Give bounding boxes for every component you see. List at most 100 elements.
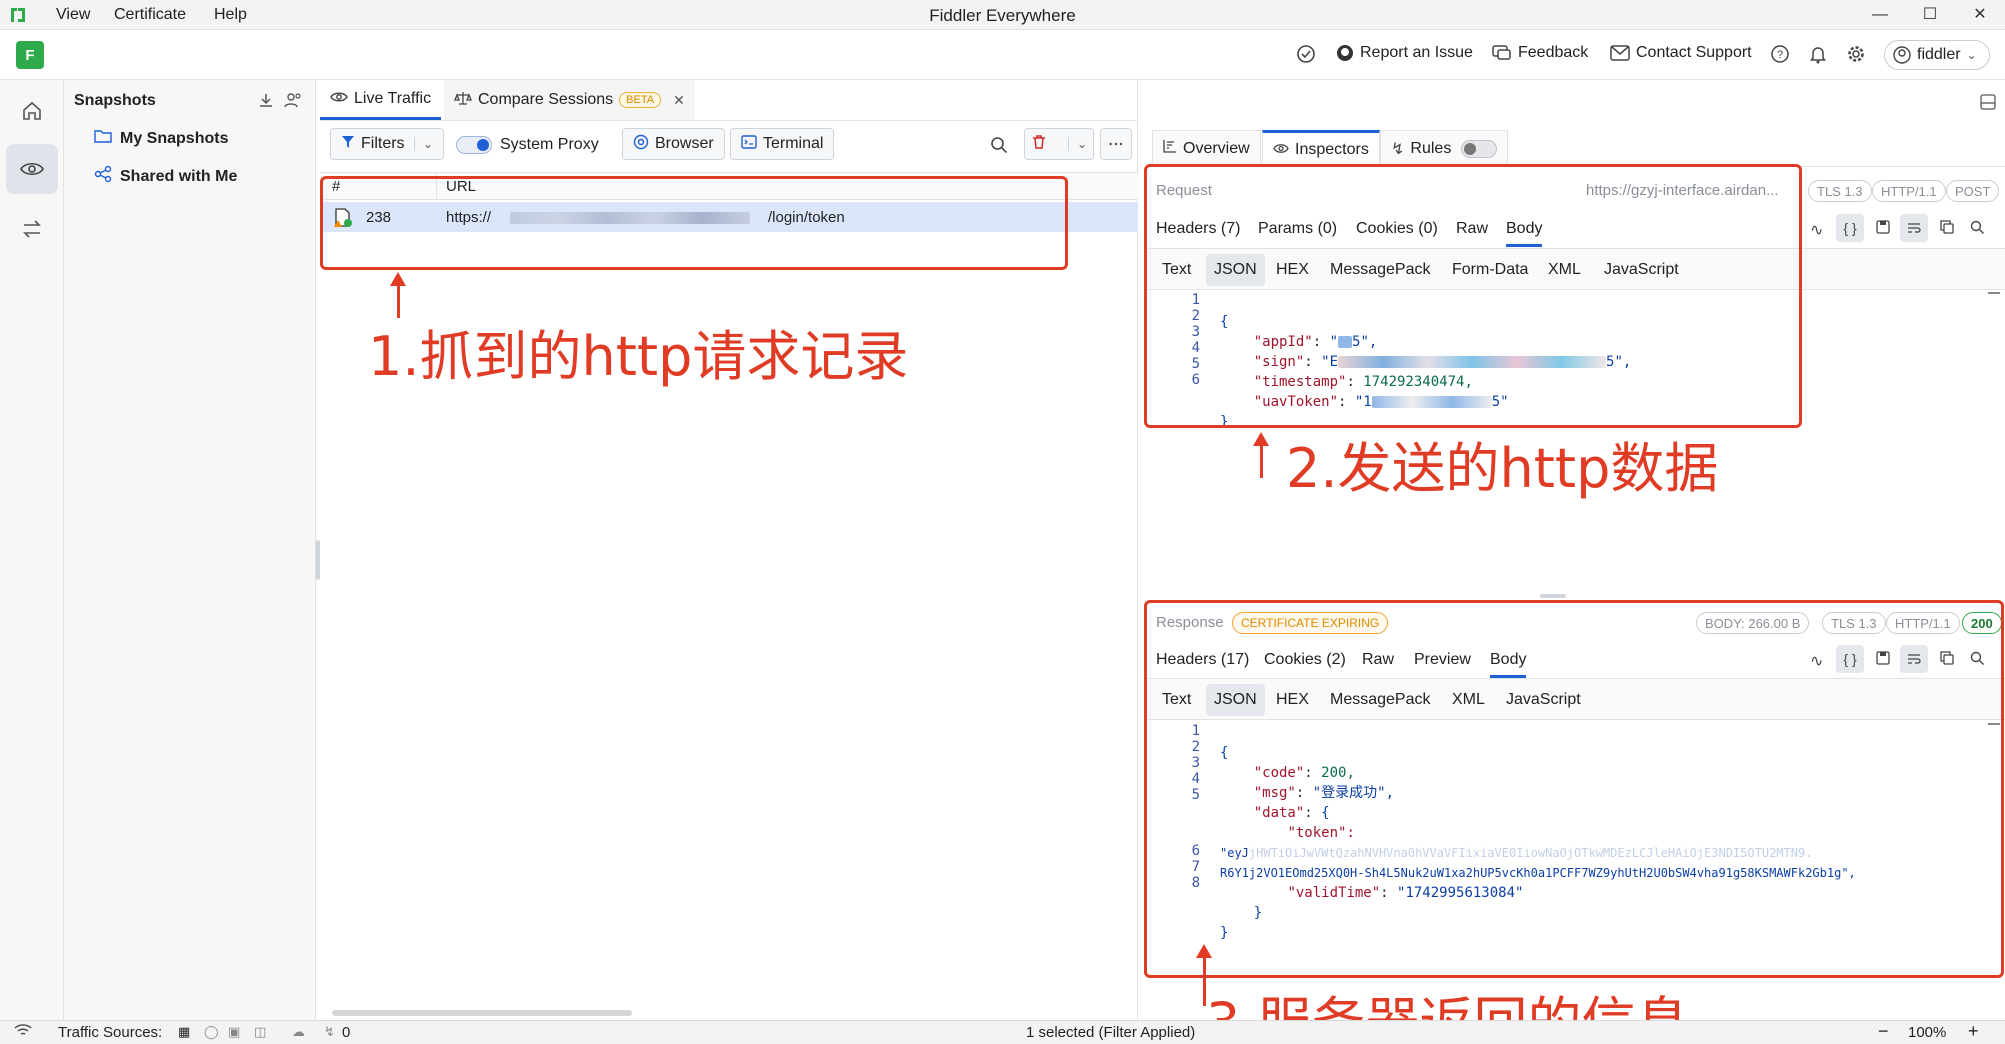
terminal-icon bbox=[741, 134, 757, 154]
user-menu[interactable]: fiddler ⌄ bbox=[1884, 40, 1990, 70]
status-bar: Traffic Sources: ▦ ◯ ▣ ◫ ☁ ↯ 0 1 selecte… bbox=[0, 1020, 2005, 1044]
snapshot-item-shared[interactable]: Shared with Me bbox=[94, 165, 238, 187]
home-icon[interactable] bbox=[6, 86, 58, 136]
wifi-icon[interactable] bbox=[14, 1024, 32, 1042]
terminal-button[interactable]: Terminal bbox=[730, 128, 835, 160]
annotation-box-request-record bbox=[320, 176, 1068, 270]
annotation-text-2: 2.发送的http数据 bbox=[1286, 437, 1719, 500]
minimize-icon[interactable]: — bbox=[1858, 2, 1902, 28]
snapshot-item-my[interactable]: My Snapshots bbox=[94, 129, 228, 148]
tab-label: Inspectors bbox=[1295, 140, 1369, 158]
feedback-label: Feedback bbox=[1518, 44, 1589, 61]
mail-icon bbox=[1610, 45, 1630, 61]
terminal-source-icon[interactable]: ▣ bbox=[228, 1024, 240, 1040]
close-window-icon[interactable]: ✕ bbox=[1958, 2, 2002, 28]
rules-count: 0 bbox=[342, 1024, 351, 1041]
chevron-down-icon[interactable]: ⌄ bbox=[1067, 137, 1087, 151]
fiddler-brand-icon: F bbox=[16, 41, 44, 69]
network-source-icon[interactable]: ▦ bbox=[178, 1024, 190, 1040]
avatar-icon bbox=[1893, 46, 1911, 64]
filters-button[interactable]: Filters ⌄ bbox=[330, 128, 444, 160]
device-source-icon[interactable]: ◫ bbox=[254, 1024, 266, 1040]
search-icon[interactable] bbox=[990, 136, 1008, 159]
tab-label: Compare Sessions bbox=[478, 91, 614, 108]
feedback-icon bbox=[1492, 44, 1512, 62]
tab-inspectors[interactable]: Inspectors bbox=[1262, 130, 1380, 166]
system-proxy-toggle[interactable]: System Proxy bbox=[456, 136, 599, 154]
filter-icon bbox=[341, 135, 355, 154]
window-title: Fiddler Everywhere bbox=[929, 6, 1076, 25]
request-scrollbar[interactable] bbox=[1988, 292, 2000, 294]
snapshots-title: Snapshots bbox=[74, 92, 156, 109]
search-icon[interactable] bbox=[1970, 220, 1985, 240]
snapshot-item-label: My Snapshots bbox=[120, 129, 229, 147]
http-version-badge: HTTP/1.1 bbox=[1872, 180, 1946, 202]
word-wrap-icon[interactable] bbox=[1900, 214, 1928, 242]
annotation-arrow-2 bbox=[1260, 444, 1263, 478]
browser-icon bbox=[633, 134, 649, 155]
save-icon[interactable] bbox=[1876, 220, 1890, 239]
zoom-level[interactable]: 100% bbox=[1908, 1024, 1946, 1041]
annotation-text-1: 1.抓到的http请求记录 bbox=[368, 325, 909, 388]
github-icon bbox=[1336, 44, 1354, 62]
download-icon[interactable] bbox=[258, 92, 274, 113]
rules-toggle[interactable] bbox=[1461, 139, 1498, 158]
terminal-label: Terminal bbox=[763, 135, 824, 152]
browser-source-icon[interactable]: ◯ bbox=[204, 1024, 219, 1040]
browser-button[interactable]: Browser bbox=[622, 128, 725, 160]
annotation-box-response-data bbox=[1144, 600, 2004, 978]
layout-toggle-icon[interactable] bbox=[1980, 94, 1996, 115]
more-icon: ⋯ bbox=[1108, 136, 1124, 153]
chevron-down-icon[interactable]: ⌄ bbox=[413, 137, 433, 151]
folder-icon bbox=[94, 129, 112, 148]
browser-label: Browser bbox=[655, 135, 714, 152]
trash-icon bbox=[1031, 134, 1047, 155]
tab-label: Rules bbox=[1410, 139, 1452, 157]
share-icon bbox=[94, 165, 112, 187]
method-badge: POST bbox=[1946, 180, 2000, 202]
copy-icon[interactable] bbox=[1940, 220, 1954, 239]
compare-arrows-icon[interactable] bbox=[6, 204, 58, 254]
tab-compare-sessions[interactable]: Compare Sessions BETA ✕ bbox=[444, 80, 695, 120]
close-tab-icon[interactable]: ✕ bbox=[673, 92, 685, 109]
cloud-icon[interactable]: ☁ bbox=[292, 1024, 305, 1040]
zoom-in-button[interactable]: + bbox=[1968, 1021, 1979, 1042]
top-toolbar: F Report an Issue Feedback Contact Suppo… bbox=[0, 30, 2005, 80]
tab-label: Live Traffic bbox=[354, 89, 432, 107]
bell-icon[interactable] bbox=[1808, 44, 1828, 69]
delete-sessions-button[interactable]: ⌄ bbox=[1024, 128, 1094, 160]
contact-support-link[interactable]: Contact Support bbox=[1610, 44, 1752, 62]
overview-icon bbox=[1163, 139, 1177, 158]
filters-label: Filters bbox=[361, 135, 405, 152]
help-icon[interactable]: ? bbox=[1770, 44, 1790, 69]
traffic-sources-label: Traffic Sources: bbox=[58, 1024, 163, 1041]
tls-badge: TLS 1.3 bbox=[1808, 180, 1872, 202]
collapse-icon[interactable]: ∿ bbox=[1810, 220, 1823, 240]
tab-live-traffic[interactable]: Live Traffic bbox=[320, 80, 442, 120]
maximize-icon[interactable]: ☐ bbox=[1908, 2, 1952, 28]
gear-icon[interactable] bbox=[1846, 44, 1866, 69]
traffic-eye-icon[interactable] bbox=[6, 144, 58, 194]
feedback-link[interactable]: Feedback bbox=[1492, 44, 1588, 62]
tab-overview[interactable]: Overview bbox=[1152, 130, 1261, 166]
annotation-box-request-data bbox=[1144, 164, 1802, 428]
left-rail bbox=[0, 80, 64, 1020]
snapshot-item-label: Shared with Me bbox=[120, 167, 238, 185]
zoom-out-button[interactable]: − bbox=[1878, 1021, 1889, 1042]
share-users-icon[interactable] bbox=[284, 92, 302, 113]
lightning-icon: ↯ bbox=[324, 1024, 335, 1039]
status-check-icon[interactable] bbox=[1296, 44, 1316, 69]
eye-icon bbox=[330, 90, 348, 108]
horizontal-scrollbar[interactable] bbox=[332, 1010, 632, 1016]
tabs-divider bbox=[320, 120, 1138, 121]
tab-rules[interactable]: ↯ Rules bbox=[1380, 130, 1509, 166]
toggle-switch[interactable] bbox=[456, 136, 492, 154]
beta-badge: BETA bbox=[619, 92, 662, 108]
report-issue-link[interactable]: Report an Issue bbox=[1336, 44, 1473, 62]
chevron-down-icon: ⌄ bbox=[1966, 48, 1977, 62]
system-proxy-label: System Proxy bbox=[500, 136, 599, 153]
json-format-icon[interactable]: { } bbox=[1836, 214, 1864, 242]
contact-support-label: Contact Support bbox=[1636, 44, 1752, 61]
req-resp-splitter[interactable] bbox=[1540, 594, 1566, 598]
more-options-button[interactable]: ⋯ bbox=[1100, 128, 1132, 160]
